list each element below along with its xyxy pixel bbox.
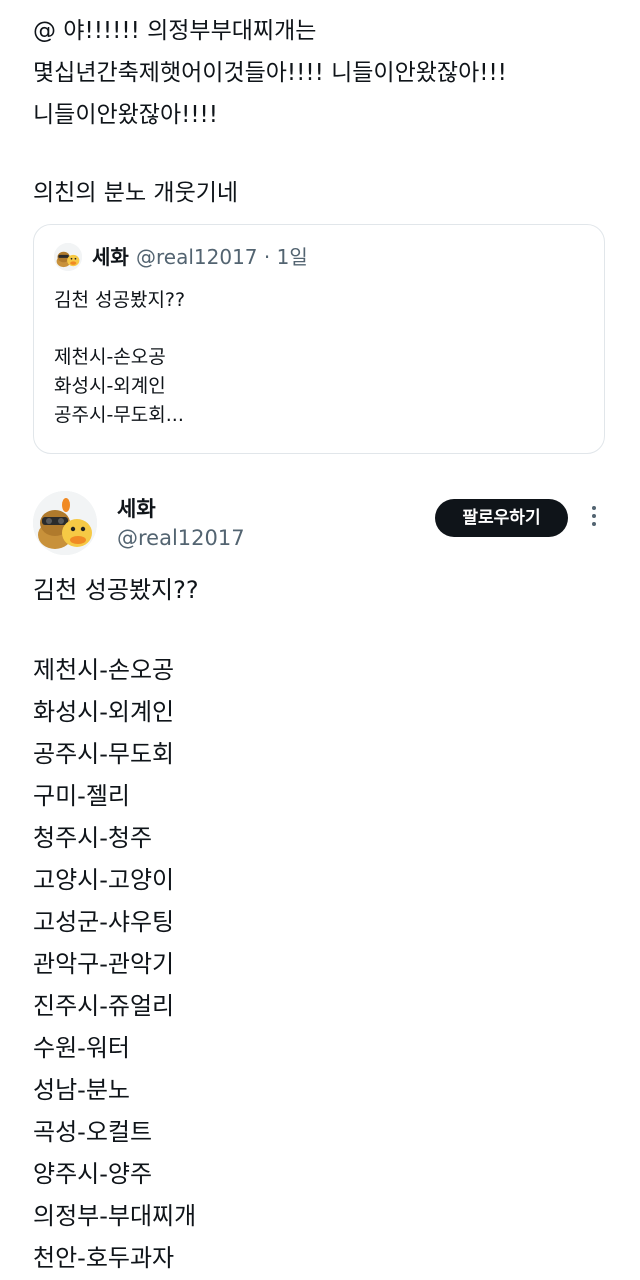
post-text-line: 관악구-관악기 xyxy=(33,950,175,978)
post-text-line: 화성시-외계인 xyxy=(33,698,175,726)
quote-text-line: 제천시-손오공 xyxy=(54,346,166,368)
quote-text-line: 김천 성공봤지?? xyxy=(54,289,186,311)
quote-text-line: 화성시-외계인 xyxy=(54,375,166,397)
follow-button[interactable]: 팔로우하기 xyxy=(435,499,568,537)
post-text-line: 김천 성공봤지?? xyxy=(33,576,199,604)
reply-text-line: 니들이안왔잖아!!!! xyxy=(33,102,219,128)
post-text-line: 청주시-청주 xyxy=(33,824,153,852)
quote-text-line: 공주시-무도회... xyxy=(54,404,184,426)
reply-text-line: @ 야!!!!!! 의정부부대찌개는 xyxy=(33,18,317,44)
post-text-line: 의정부-부대찌개 xyxy=(33,1202,197,1230)
post-detail-screen: @ 야!!!!!! 의정부부대찌개는 몇십년간축제햇어이것들아!!!! 니들이안… xyxy=(0,0,640,1280)
reply-text-line: 몇십년간축제햇어이것들아!!!! 니들이안왔잖아!!! xyxy=(33,60,507,86)
post-text-line: 수원-워터 xyxy=(33,1034,130,1062)
post-text-line: 구미-젤리 xyxy=(33,782,130,810)
post-author-name[interactable]: 세화 xyxy=(117,495,156,523)
reply-comment: 의친의 분노 개웃기네 xyxy=(33,180,239,206)
cartoon-avatar-icon[interactable] xyxy=(33,491,97,555)
post-text-line: 곡성-오컬트 xyxy=(33,1118,153,1146)
post-text-line: 고양시-고양이 xyxy=(33,866,175,894)
post-author-handle[interactable]: @real12017 xyxy=(117,524,245,552)
post-text-line: 제천시-손오공 xyxy=(33,656,175,684)
quote-author-handle-time: @real12017 · 1일 xyxy=(136,245,308,269)
post-text-line: 진주시-쥬얼리 xyxy=(33,992,175,1020)
more-options-icon[interactable] xyxy=(586,503,602,533)
cartoon-avatar-icon[interactable] xyxy=(54,243,82,271)
post-text-line: 공주시-무도회 xyxy=(33,740,175,768)
post-text-line: 양주시-양주 xyxy=(33,1160,153,1188)
post-text-line: 천안-호두과자 xyxy=(33,1244,175,1272)
quoted-post-card[interactable]: 세화 @real12017 · 1일 김천 성공봤지?? 제천시-손오공 화성시… xyxy=(33,224,605,454)
post-text-line: 고성군-샤우팅 xyxy=(33,908,175,936)
quote-author-name[interactable]: 세화 xyxy=(92,243,129,271)
post-text-line: 성남-분노 xyxy=(33,1076,130,1104)
